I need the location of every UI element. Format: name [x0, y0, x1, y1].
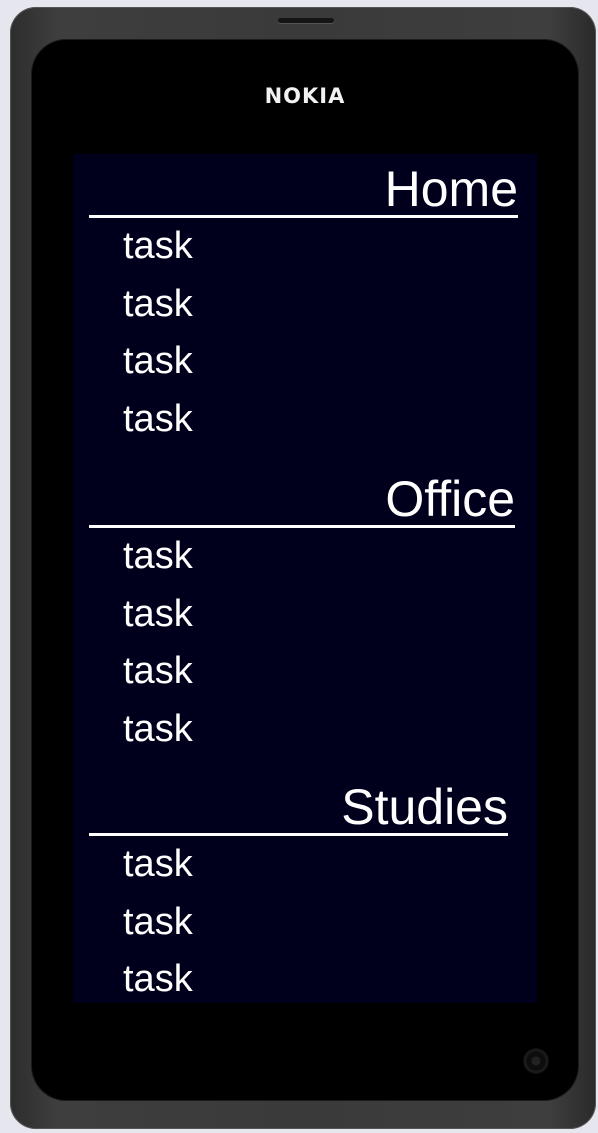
section-studies: Studies task task task [89, 772, 508, 1003]
section-divider [89, 215, 518, 218]
task-item[interactable]: task [89, 391, 518, 449]
section-header-studies[interactable]: Studies [89, 772, 508, 836]
section-divider [89, 833, 508, 836]
camera-button-icon[interactable] [523, 1048, 549, 1074]
earpiece-speaker [278, 18, 334, 23]
task-item[interactable]: task [89, 894, 508, 952]
task-item[interactable]: task [89, 643, 515, 701]
section-header-office[interactable]: Office [89, 464, 515, 528]
task-item[interactable]: task [89, 951, 508, 1003]
task-list-home: task task task task [89, 218, 518, 448]
section-divider [89, 525, 515, 528]
section-home: Home task task task task [89, 154, 518, 448]
task-list-studies: task task task [89, 836, 508, 1003]
task-item[interactable]: task [89, 276, 518, 334]
phone-frame: NOKIA Home task task task task Office ta… [10, 7, 596, 1129]
section-office: Office task task task task [89, 464, 515, 758]
task-item[interactable]: task [89, 528, 515, 586]
task-item[interactable]: task [89, 701, 515, 759]
task-list-office: task task task task [89, 528, 515, 758]
brand-logo: NOKIA [264, 84, 346, 108]
app-screen: Home task task task task Office task tas… [73, 154, 537, 1003]
section-title: Studies [341, 779, 508, 835]
task-item[interactable]: task [89, 333, 518, 391]
section-title: Office [385, 471, 515, 527]
task-item[interactable]: task [89, 586, 515, 644]
phone-face: NOKIA Home task task task task Office ta… [32, 40, 578, 1100]
task-item[interactable]: task [89, 836, 508, 894]
section-title: Home [384, 161, 518, 217]
task-item[interactable]: task [89, 218, 518, 276]
page: NOKIA Home task task task task Office ta… [0, 0, 598, 1133]
section-header-home[interactable]: Home [89, 154, 518, 218]
